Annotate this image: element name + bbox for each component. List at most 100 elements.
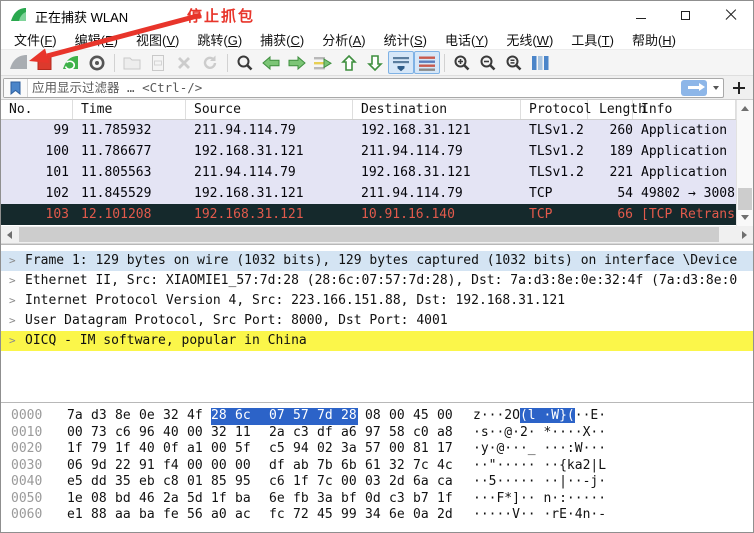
detail-line-2[interactable]: Internet Protocol Version 4, Src: 223.16… <box>1 291 753 311</box>
title-bar: 正在捕获 WLAN <box>1 1 753 29</box>
menu-capture[interactable]: 捕获(C) <box>251 28 313 51</box>
menu-statistics[interactable]: 统计(S) <box>375 28 436 51</box>
packet-details-pane: Frame 1: 129 bytes on wire (1032 bits), … <box>1 244 753 402</box>
display-filter-input[interactable] <box>28 78 681 97</box>
expand-chevron-icon[interactable] <box>9 251 16 271</box>
scroll-up-icon <box>741 106 749 111</box>
hex-row-0050[interactable]: 0050 1e 08 bd 46 2a 5d 1f ba 6e fb 3a bf 0d c3 b7 1f ···F… <box>11 491 753 508</box>
menu-view[interactable]: 视图(V) <box>127 28 188 51</box>
auto-scroll-button[interactable] <box>388 51 414 74</box>
filter-dropdown-caret-icon[interactable] <box>709 86 723 90</box>
go-last-button[interactable] <box>362 51 388 74</box>
scroll-right-button[interactable] <box>736 226 753 243</box>
save-file-button <box>145 51 171 74</box>
filter-bookmark-button[interactable] <box>4 78 28 97</box>
expand-chevron-icon[interactable] <box>9 291 16 311</box>
expand-chevron-icon[interactable] <box>9 271 16 291</box>
colorize-button[interactable] <box>414 51 440 74</box>
auto-scroll-icon <box>393 56 409 71</box>
go-back-button[interactable] <box>258 51 284 74</box>
scroll-right-icon <box>742 230 747 239</box>
find-packet-button[interactable] <box>232 51 258 74</box>
zoom-original-button[interactable] <box>501 51 527 74</box>
zoom-in-button[interactable] <box>449 51 475 74</box>
scroll-down-icon <box>741 215 749 220</box>
hex-row-0030[interactable]: 0030 06 9d 22 91 f4 00 00 00 df ab 7b 6b 61 32 7c 4c ··"·… <box>11 458 753 475</box>
go-first-icon <box>341 54 357 71</box>
menu-file[interactable]: 文件(F) <box>5 28 66 51</box>
packet-row-101[interactable]: 101 11.805563 211.94.114.79 192.168.31.121 T… <box>1 162 736 183</box>
go-forward-button[interactable] <box>284 51 310 74</box>
packet-list: No. Time Source Destination Protocol Len… <box>1 100 753 226</box>
packet-list-hscrollbar[interactable] <box>1 226 753 244</box>
hex-row-0060[interactable]: 0060 e1 88 aa ba fe 56 a0 ac fc 72 45 99 34 6e 0a 2d ····… <box>11 507 753 524</box>
packet-row-100[interactable]: 100 11.786677 192.168.31.121 211.94.114.79 T… <box>1 141 736 162</box>
hex-row-0040[interactable]: 0040 e5 dd 35 eb c8 01 85 95 c6 1f 7c 00 03 2d 6a ca ··5·… <box>11 474 753 491</box>
menu-telephony[interactable]: 电话(Y) <box>436 28 497 51</box>
col-header-time[interactable]: Time <box>73 100 186 119</box>
scroll-left-button[interactable] <box>1 226 18 243</box>
hex-row-0020[interactable]: 0020 1f 79 1f 40 0f a1 00 5f c5 94 02 3a 57 00 81 17 ·y·@… <box>11 441 753 458</box>
resize-columns-button[interactable] <box>527 51 553 74</box>
restart-capture-button[interactable] <box>58 51 84 74</box>
detail-line-4[interactable]: OICQ - IM software, popular in China <box>1 331 753 351</box>
menu-edit[interactable]: 编辑(E) <box>66 28 127 51</box>
close-button[interactable] <box>708 1 753 29</box>
wireshark-fin-icon <box>11 8 26 21</box>
start-capture-icon <box>10 54 27 69</box>
reload-file-icon <box>203 55 217 69</box>
zoom-original-icon <box>506 55 522 70</box>
open-file-icon <box>123 57 141 69</box>
menu-tools[interactable]: 工具(T) <box>562 28 623 51</box>
packet-list-vscrollbar[interactable] <box>736 100 753 226</box>
minimize-icon <box>635 17 646 19</box>
stop-capture-button[interactable] <box>32 51 58 74</box>
hex-row-0000[interactable]: 0000 7a d3 8e 0e 32 4f 28 6c 07 57 7d 28 08 00 45 00 z···… <box>11 408 753 425</box>
apply-filter-button[interactable] <box>681 79 707 96</box>
go-to-packet-button[interactable] <box>310 51 336 74</box>
stop-capture-icon <box>37 55 52 70</box>
hex-row-0010[interactable]: 0010 00 73 c6 96 40 00 32 11 2a c3 df a6 97 58 c0 a8 ·s··… <box>11 425 753 442</box>
scroll-down-button[interactable] <box>737 210 753 225</box>
expand-chevron-icon[interactable] <box>9 331 16 351</box>
hscroll-thumb[interactable] <box>19 227 719 242</box>
detail-line-3[interactable]: User Datagram Protocol, Src Port: 8000, … <box>1 311 753 331</box>
detail-line-1[interactable]: Ethernet II, Src: XIAOMIE1_57:7d:28 (28:… <box>1 271 753 291</box>
menu-bar: 文件(F) 编辑(E) 视图(V) 跳转(G) 捕获(C) 分析(A) 统计(S) 电话(Y)… <box>1 29 753 49</box>
go-last-icon <box>367 54 383 71</box>
col-header-source[interactable]: Source <box>186 100 353 119</box>
vscroll-thumb[interactable] <box>738 188 752 210</box>
ascii-column: ·y·@···_ ···:W··· <box>473 441 607 456</box>
col-header-protocol[interactable]: Protocol <box>521 100 592 119</box>
expand-chevron-icon[interactable] <box>9 311 16 331</box>
toolbar-separator <box>114 53 115 72</box>
maximize-button[interactable] <box>663 1 708 29</box>
scroll-up-button[interactable] <box>737 101 753 116</box>
packet-row-99[interactable]: 99 11.785932 211.94.114.79 192.168.31.121 TL… <box>1 120 736 141</box>
zoom-out-icon <box>480 55 496 70</box>
minimize-button[interactable] <box>618 1 663 29</box>
save-file-icon <box>152 54 164 71</box>
find-packet-icon <box>237 55 253 70</box>
reload-file-button <box>197 51 223 74</box>
packet-row-102[interactable]: 102 11.845529 192.168.31.121 211.94.114.79 T… <box>1 183 736 204</box>
add-filter-button[interactable] <box>729 78 749 98</box>
close-file-icon <box>178 56 190 69</box>
zoom-out-button[interactable] <box>475 51 501 74</box>
capture-options-button[interactable] <box>84 51 110 74</box>
go-first-button[interactable] <box>336 51 362 74</box>
packet-row-103[interactable]: 103 12.101208 192.168.31.121 10.91.16.140 TC… <box>1 204 736 225</box>
menu-go[interactable]: 跳转(G) <box>188 28 251 51</box>
packet-rows: 99 11.785932 211.94.114.79 192.168.31.121 TL… <box>1 120 736 225</box>
col-header-destination[interactable]: Destination <box>353 100 521 119</box>
ascii-column: ··"····· ··{ka2|L <box>473 457 607 473</box>
menu-analyze[interactable]: 分析(A) <box>313 28 374 51</box>
menu-help[interactable]: 帮助(H) <box>623 28 685 51</box>
resize-columns-icon <box>532 55 549 70</box>
col-header-no[interactable]: No. <box>1 100 73 119</box>
col-header-info[interactable]: Info <box>633 100 736 119</box>
detail-line-0[interactable]: Frame 1: 129 bytes on wire (1032 bits), … <box>1 251 753 271</box>
menu-wireless[interactable]: 无线(W) <box>497 28 562 51</box>
ascii-column: z···2O(l ·W}(··E· <box>473 408 607 423</box>
col-header-length[interactable]: Length <box>588 100 646 119</box>
